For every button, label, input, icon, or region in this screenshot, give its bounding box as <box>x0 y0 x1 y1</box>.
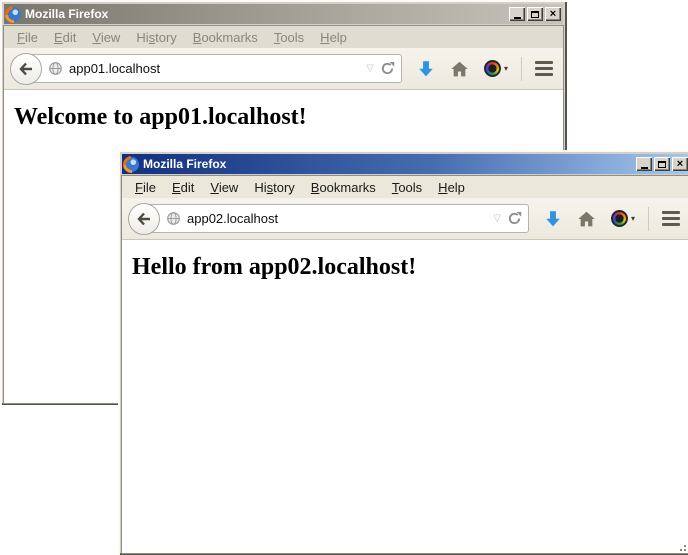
minimize-button[interactable] <box>636 157 652 171</box>
menu-hamburger-button[interactable] <box>535 61 553 76</box>
reload-icon[interactable] <box>380 61 395 76</box>
maximize-button[interactable] <box>654 157 670 171</box>
browser-client-area: File Edit View History Bookmarks Tools H… <box>121 175 688 554</box>
home-button[interactable] <box>577 210 596 228</box>
firefox-logo-icon <box>124 157 139 172</box>
minimize-icon <box>514 17 521 19</box>
menu-bookmarks[interactable]: Bookmarks <box>303 180 384 195</box>
toolbar-separator <box>521 57 522 81</box>
titlebar[interactable]: Mozilla Firefox × <box>122 154 688 174</box>
menu-view[interactable]: View <box>202 180 246 195</box>
navigation-toolbar: app01.localhost ▽ ▾ <box>4 48 563 90</box>
url-bar[interactable]: app02.localhost ▽ <box>143 204 529 233</box>
color-wheel-icon <box>611 210 628 227</box>
urlbar-dropdown-icon[interactable]: ▽ <box>366 63 374 74</box>
close-button[interactable]: × <box>672 157 688 171</box>
window-controls: × <box>507 7 561 21</box>
page-heading: Welcome to app01.localhost! <box>14 104 563 131</box>
hamburger-icon <box>662 211 680 214</box>
urlbar-dropdown-icon[interactable]: ▽ <box>493 213 501 224</box>
home-icon <box>450 60 469 78</box>
url-text[interactable]: app01.localhost <box>69 61 360 76</box>
maximize-icon <box>531 11 539 18</box>
home-button[interactable] <box>450 60 469 78</box>
minimize-button[interactable] <box>509 7 525 21</box>
toolbar-separator <box>648 207 649 231</box>
hamburger-icon <box>535 61 553 64</box>
site-globe-icon[interactable] <box>48 61 63 76</box>
back-button[interactable] <box>10 53 42 85</box>
menu-help[interactable]: Help <box>312 30 355 45</box>
download-button[interactable] <box>417 59 435 78</box>
menu-history[interactable]: History <box>128 30 184 45</box>
download-arrow-icon <box>417 59 435 78</box>
menu-tools[interactable]: Tools <box>384 180 430 195</box>
home-icon <box>577 210 596 228</box>
navigation-toolbar: app02.localhost ▽ ▾ <box>122 198 688 240</box>
menu-file[interactable]: File <box>9 30 46 45</box>
back-button[interactable] <box>128 203 160 235</box>
back-arrow-icon <box>18 61 34 77</box>
window-title: Mozilla Firefox <box>25 7 503 21</box>
download-arrow-icon <box>544 209 562 228</box>
color-wheel-icon <box>484 60 501 77</box>
page-heading: Hello from app02.localhost! <box>132 254 688 281</box>
menu-file[interactable]: File <box>127 180 164 195</box>
chevron-down-icon: ▾ <box>504 64 508 73</box>
menu-hamburger-button[interactable] <box>662 211 680 226</box>
menu-history[interactable]: History <box>246 180 302 195</box>
resize-grip[interactable] <box>680 541 688 553</box>
page-content: Hello from app02.localhost! <box>122 240 688 553</box>
site-globe-icon[interactable] <box>166 211 181 226</box>
chevron-down-icon: ▾ <box>631 214 635 223</box>
menu-edit[interactable]: Edit <box>164 180 202 195</box>
url-bar[interactable]: app01.localhost ▽ <box>25 54 402 83</box>
download-button[interactable] <box>544 209 562 228</box>
menu-help[interactable]: Help <box>430 180 473 195</box>
addon-button[interactable]: ▾ <box>611 210 635 227</box>
window-title: Mozilla Firefox <box>143 157 630 171</box>
titlebar[interactable]: Mozilla Firefox × <box>4 4 563 24</box>
firefox-window-app02[interactable]: Mozilla Firefox × File Edit View History… <box>118 150 688 555</box>
addon-button[interactable]: ▾ <box>484 60 508 77</box>
firefox-logo-icon <box>6 7 21 22</box>
reload-icon[interactable] <box>507 211 522 226</box>
url-text[interactable]: app02.localhost <box>187 211 487 226</box>
menu-bar: File Edit View History Bookmarks Tools H… <box>122 176 688 198</box>
back-arrow-icon <box>136 211 152 227</box>
maximize-icon <box>658 161 666 168</box>
minimize-icon <box>641 167 648 169</box>
close-button[interactable]: × <box>545 7 561 21</box>
maximize-button[interactable] <box>527 7 543 21</box>
window-controls: × <box>634 157 688 171</box>
menu-tools[interactable]: Tools <box>266 30 312 45</box>
menu-bar: File Edit View History Bookmarks Tools H… <box>4 26 563 48</box>
menu-bookmarks[interactable]: Bookmarks <box>185 30 266 45</box>
menu-view[interactable]: View <box>84 30 128 45</box>
menu-edit[interactable]: Edit <box>46 30 84 45</box>
